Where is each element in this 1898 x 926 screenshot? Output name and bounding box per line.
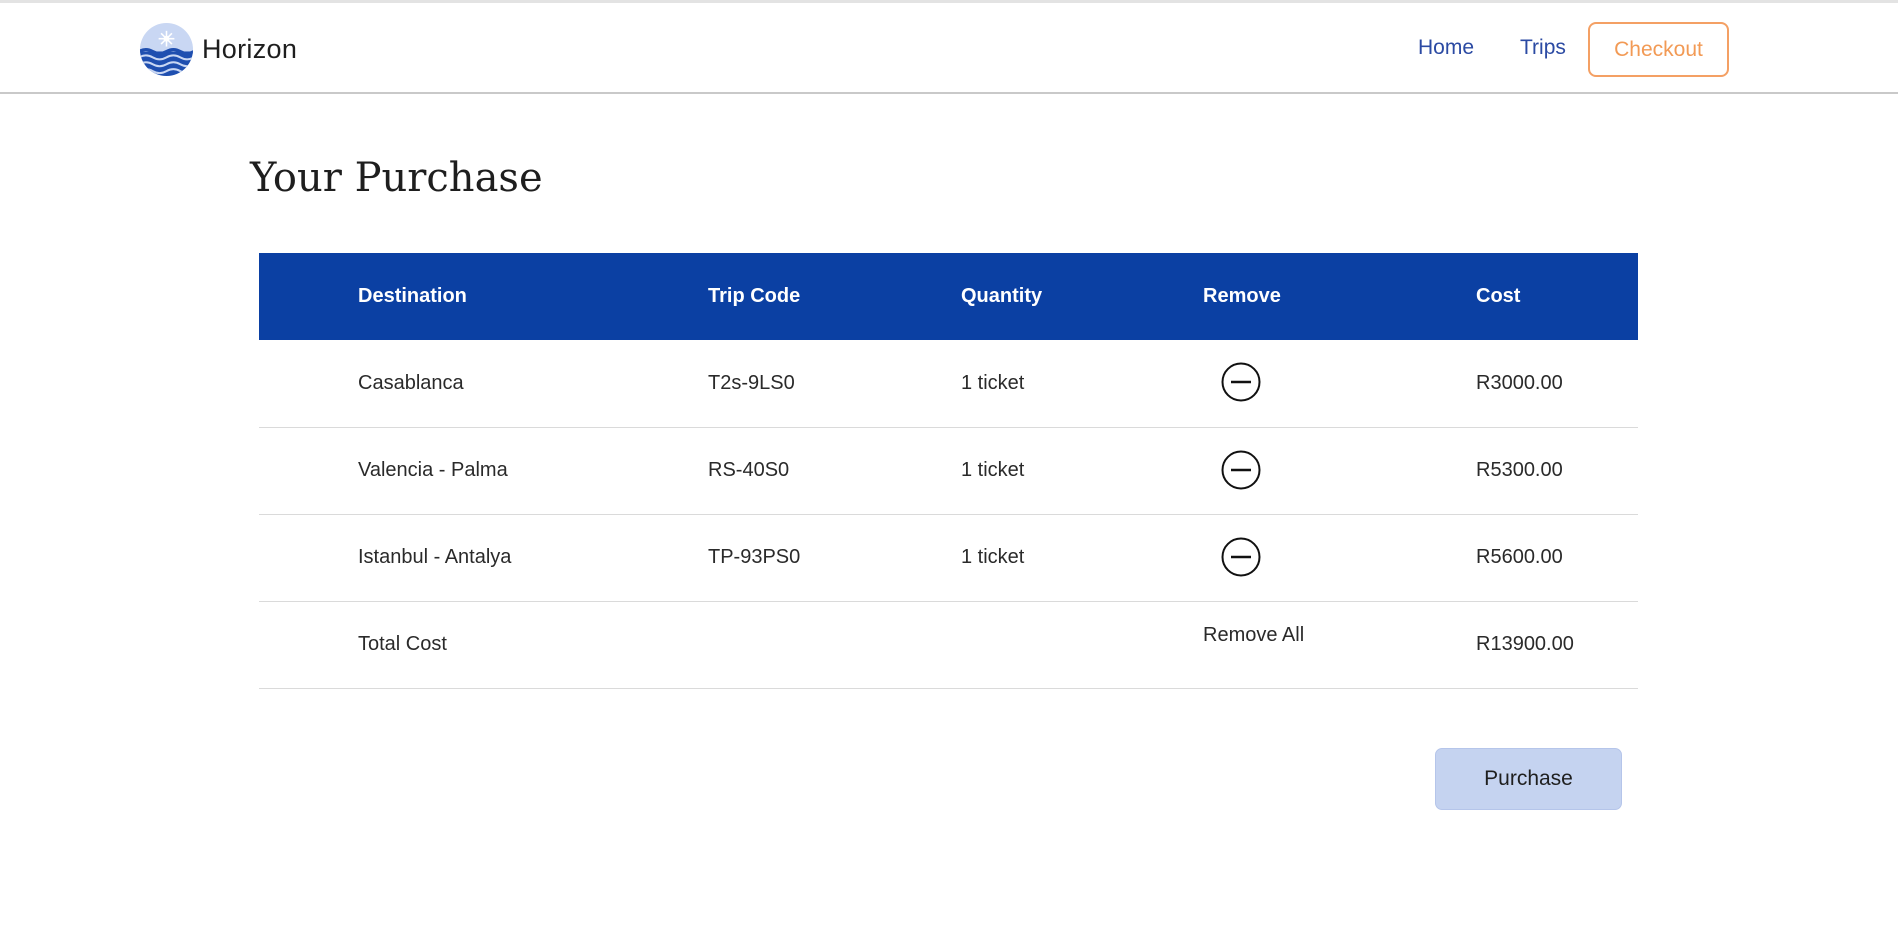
purchase-button[interactable]: Purchase [1435, 748, 1622, 810]
remove-all-button[interactable]: Remove All [1203, 624, 1304, 646]
row-quantity: 1 ticket [961, 514, 1203, 602]
row-cost: R5600.00 [1476, 514, 1638, 602]
brand-name: Horizon [202, 34, 298, 64]
row-quantity: 1 ticket [961, 427, 1203, 515]
total-empty-cell [708, 601, 961, 689]
row-remove-cell [1203, 340, 1476, 428]
row-cost: R3000.00 [1476, 340, 1638, 428]
row-destination: Casablanca [259, 340, 708, 428]
total-label: Total Cost [259, 601, 708, 689]
header-destination: Destination [259, 253, 708, 340]
row-remove-cell [1203, 427, 1476, 515]
minus-circle-icon[interactable] [1221, 450, 1261, 490]
minus-circle-icon[interactable] [1221, 537, 1261, 577]
header-cost: Cost [1476, 253, 1638, 340]
table-row: Valencia - Palma RS-40S0 1 ticket R5300.… [259, 427, 1638, 515]
total-row: Total Cost Remove All R13900.00 [259, 601, 1638, 689]
header-quantity: Quantity [961, 253, 1203, 340]
page-title: Your Purchase [250, 155, 543, 201]
row-remove-cell [1203, 514, 1476, 602]
total-empty-cell [961, 601, 1203, 689]
row-quantity: 1 ticket [961, 340, 1203, 428]
nav-home-link[interactable]: Home [1418, 36, 1474, 60]
header-remove: Remove [1203, 253, 1476, 340]
checkout-button[interactable]: Checkout [1588, 22, 1729, 77]
header-trip-code: Trip Code [708, 253, 961, 340]
cart-table: Destination Trip Code Quantity Remove Co… [259, 253, 1638, 689]
row-cost: R5300.00 [1476, 427, 1638, 515]
table-row: Casablanca T2s-9LS0 1 ticket R3000.00 [259, 340, 1638, 428]
sun-over-waves-logo-icon [139, 22, 194, 77]
minus-circle-icon[interactable] [1221, 362, 1261, 402]
brand[interactable]: Horizon [139, 22, 297, 77]
row-trip-code: T2s-9LS0 [708, 340, 961, 428]
remove-all-cell: Remove All [1203, 601, 1476, 689]
row-trip-code: TP-93PS0 [708, 514, 961, 602]
row-trip-code: RS-40S0 [708, 427, 961, 515]
row-destination: Istanbul - Antalya [259, 514, 708, 602]
navbar: Horizon Home Trips Checkout [0, 3, 1898, 94]
table-header-row: Destination Trip Code Quantity Remove Co… [259, 253, 1638, 340]
total-cost: R13900.00 [1476, 601, 1638, 689]
row-destination: Valencia - Palma [259, 427, 708, 515]
table-row: Istanbul - Antalya TP-93PS0 1 ticket R56… [259, 514, 1638, 602]
nav-trips-link[interactable]: Trips [1520, 36, 1566, 60]
